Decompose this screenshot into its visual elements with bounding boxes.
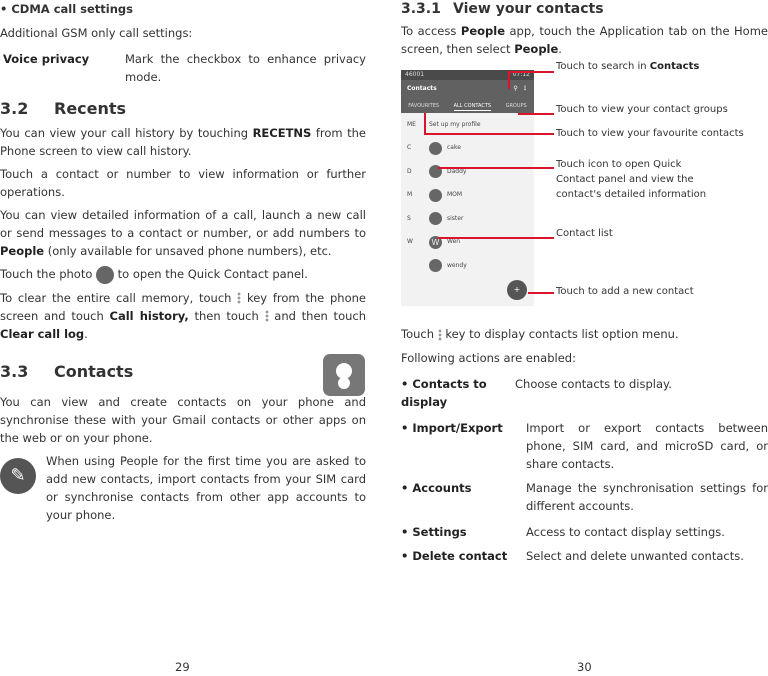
contacts-app-icon	[323, 354, 365, 396]
term: Voice privacy	[3, 52, 90, 66]
avatar	[429, 141, 442, 155]
list-item[interactable]: W W Wen	[401, 231, 534, 255]
paragraph: To access People app, touch the Applicat…	[401, 24, 768, 56]
callout-add: Touch to add a new contact	[556, 286, 694, 297]
list-item[interactable]: M MOM	[401, 184, 534, 208]
page-number: 29	[175, 660, 190, 674]
add-contact-button[interactable]: +	[507, 280, 527, 300]
list-item[interactable]: wendy	[401, 254, 534, 278]
phone-screenshot: 46001 07:12 Contacts ⚲ ⋮ FAVOURITES ALL CON…	[401, 70, 534, 306]
paragraph: You can view your call history by touchi…	[0, 126, 366, 158]
paragraph: Touch key to display contacts list optio…	[401, 327, 679, 341]
action-item: • Settings Access to contact display sett…	[401, 525, 725, 539]
paragraph: Touch the photo to open the Quick Contac…	[0, 265, 366, 284]
tab-favourites[interactable]: FAVOURITES	[408, 102, 439, 110]
lightbulb-tip-icon: ✎	[0, 458, 36, 494]
paragraph: Touch a contact or number to view inform…	[0, 167, 366, 199]
paragraph: You can view and create contacts on your…	[0, 394, 366, 445]
search-icon[interactable]: ⚲	[513, 85, 517, 92]
action-item: • Delete contact Select and delete unwant…	[401, 549, 744, 563]
list-item[interactable]: D Daddy	[401, 160, 534, 184]
action-item: • Contacts to display Choose contacts to …	[401, 377, 672, 409]
contact-photo-icon	[96, 265, 115, 284]
callout-quick-contact: Touch icon to open Quick Contact panel an…	[556, 159, 707, 200]
contacts-tabs: FAVOURITES ALL CONTACTS GROUPS	[401, 99, 534, 113]
callout-list: Contact list	[556, 228, 613, 239]
subsection-heading: 3.3.1 View your contacts	[401, 1, 604, 17]
list-item[interactable]: Ssister	[401, 207, 534, 231]
paragraph: Following actions are enabled:	[401, 351, 576, 365]
actions-list: • Contacts to display Choose contacts to …	[401, 375, 768, 565]
action-item: • Accounts Manage the synchronisation set…	[401, 481, 768, 513]
avatar	[429, 212, 442, 226]
callout-search: Touch to search in Contacts	[556, 61, 700, 72]
page-number: 30	[577, 660, 592, 674]
paragraph: To clear the entire call memory, touch k…	[0, 290, 366, 341]
tip-text: When using People for the first time you…	[46, 453, 366, 522]
more-icon[interactable]: ⋮	[522, 85, 528, 92]
avatar	[429, 188, 442, 202]
action-item: • Import/Export Import or export contacts…	[401, 421, 768, 471]
list-item[interactable]: Ccake	[401, 137, 534, 161]
tab-all-contacts[interactable]: ALL CONTACTS	[453, 102, 492, 111]
tab-groups[interactable]: GROUPS	[506, 102, 527, 110]
desc: Mark the checkbox to enhance privacy mod…	[125, 52, 366, 84]
callout-favourites: Touch to view your favourite contacts	[556, 128, 744, 139]
section-heading: 3.2 Recents	[0, 99, 127, 118]
paragraph: You can view detailed information of a c…	[0, 208, 366, 258]
section-heading: 3.3 Contacts	[0, 361, 134, 381]
intro-text: Additional GSM only call settings:	[0, 26, 193, 40]
app-bar: Contacts ⚲ ⋮	[401, 80, 534, 99]
avatar	[429, 259, 442, 273]
callout-groups: Touch to view your contact groups	[556, 104, 728, 115]
heading-cdma: • CDMA call settings	[0, 2, 134, 16]
page-29: • CDMA call settings Additional GSM only…	[0, 0, 366, 529]
